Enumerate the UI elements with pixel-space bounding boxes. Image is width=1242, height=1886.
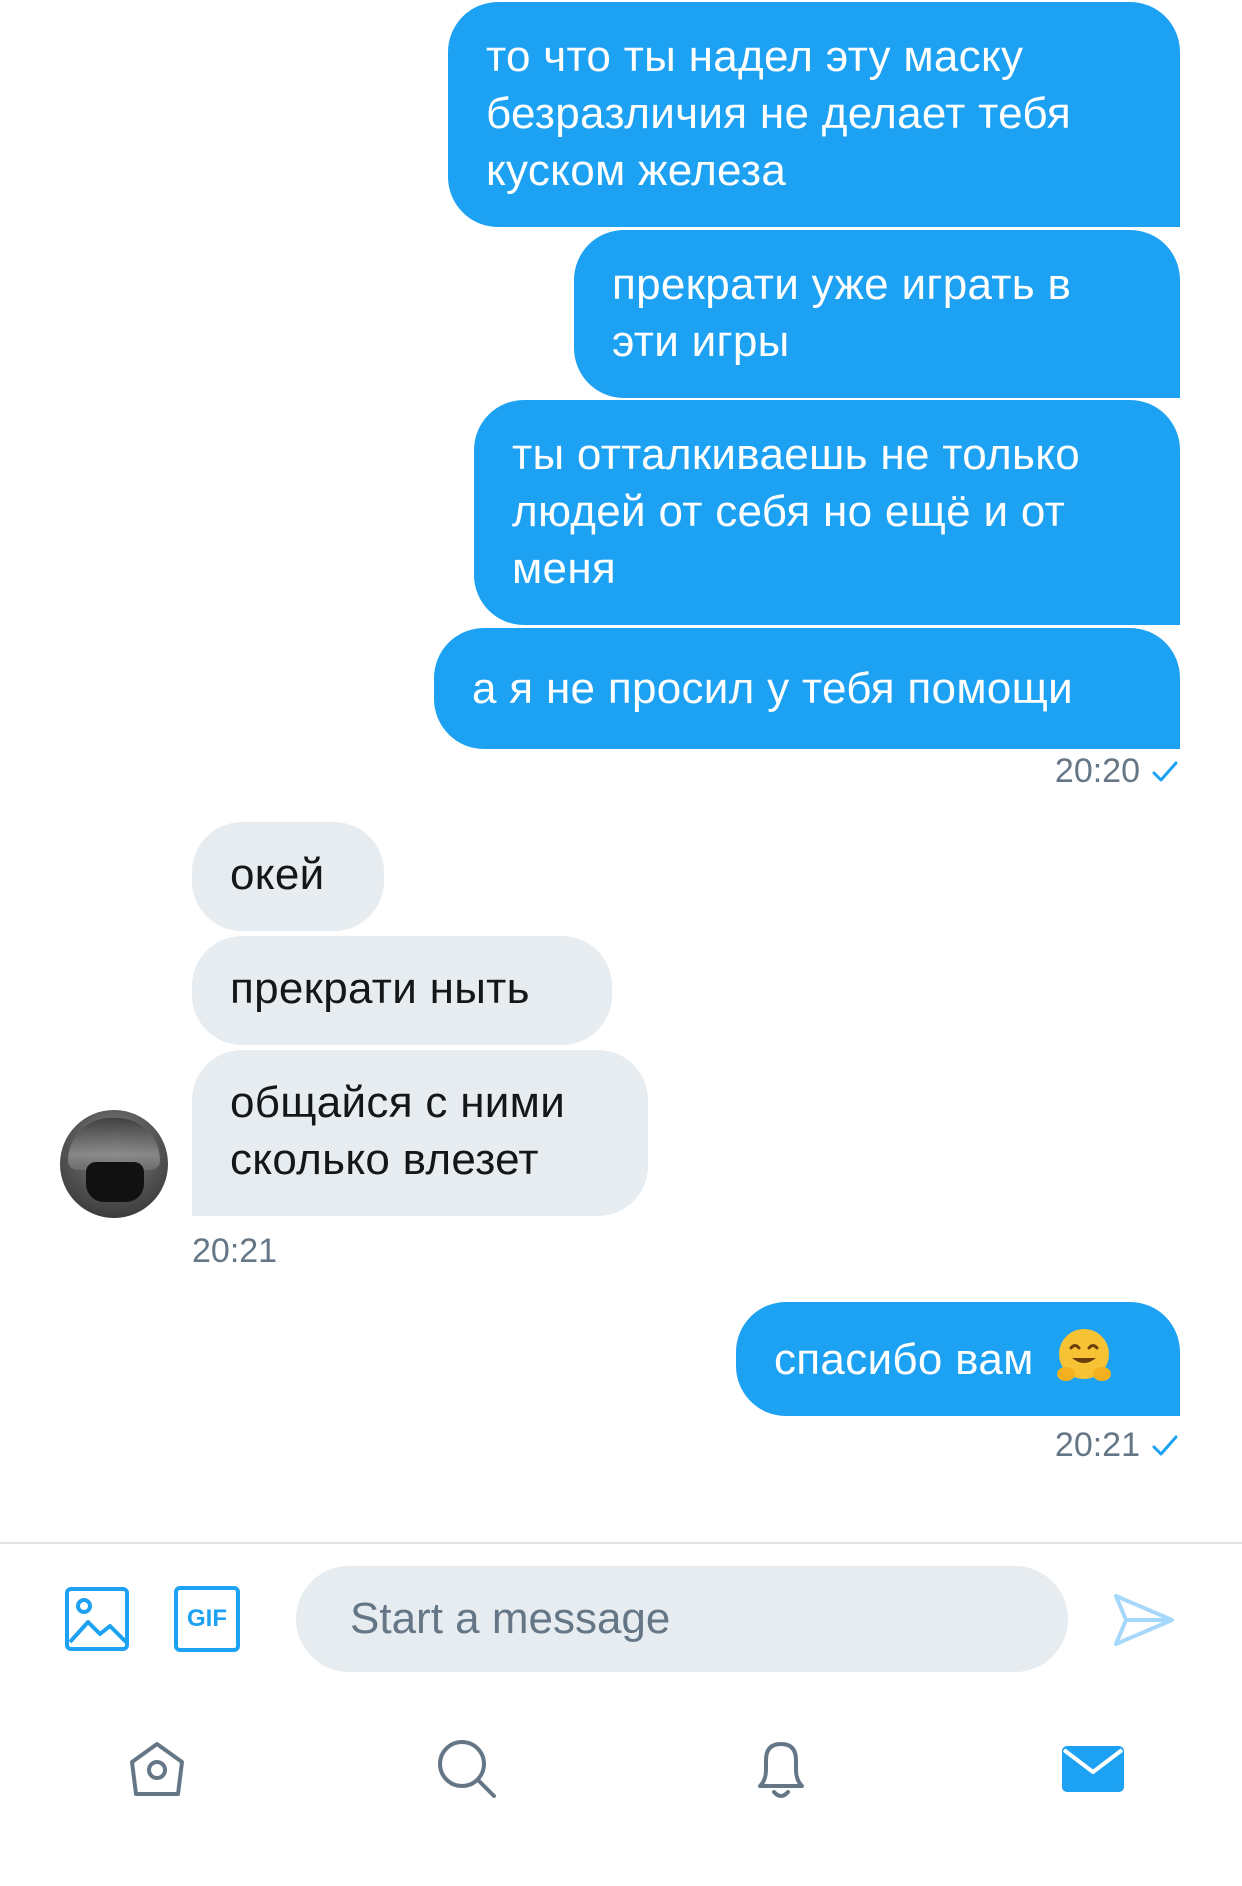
send-icon[interactable]: [1112, 1588, 1176, 1652]
notifications-bell-icon[interactable]: [748, 1736, 814, 1802]
avatar[interactable]: [60, 1110, 168, 1218]
sent-check-icon: [1152, 761, 1178, 781]
outgoing-message[interactable]: спасибо вам: [736, 1302, 1180, 1416]
message-input[interactable]: Start a message: [296, 1566, 1068, 1672]
outgoing-message[interactable]: то что ты надел эту маску безразличия не…: [448, 2, 1180, 227]
sent-check-icon: [1152, 1435, 1178, 1455]
message-timestamp: 20:21: [192, 1232, 277, 1271]
timestamp-text: 20:21: [192, 1232, 278, 1270]
divider: [0, 1542, 1242, 1544]
outgoing-message[interactable]: а я не просил у тебя помощи: [434, 628, 1180, 749]
timestamp-text: 20:21: [1054, 1426, 1140, 1464]
home-icon[interactable]: [124, 1736, 190, 1802]
smiling-face-with-open-hands-icon: [1057, 1329, 1112, 1381]
outgoing-message[interactable]: ты отталкиваешь не только людей от себя …: [474, 400, 1180, 625]
incoming-message[interactable]: окей: [192, 822, 384, 931]
outgoing-message[interactable]: прекрати уже играть в эти игры: [574, 230, 1180, 398]
message-timestamp: 20:20: [1055, 752, 1180, 791]
image-icon[interactable]: [64, 1586, 130, 1652]
incoming-message[interactable]: общайся с ними сколько влезет: [192, 1050, 648, 1216]
message-input-placeholder: Start a message: [350, 1594, 671, 1643]
messages-mail-icon[interactable]: [1060, 1736, 1126, 1802]
search-icon[interactable]: [434, 1736, 500, 1802]
message-text: спасибо вам: [774, 1335, 1034, 1384]
incoming-message[interactable]: прекрати ныть: [192, 936, 612, 1045]
gif-label: GIF: [187, 1605, 227, 1632]
timestamp-text: 20:20: [1054, 752, 1140, 790]
gif-button[interactable]: GIF: [174, 1586, 240, 1652]
message-timestamp: 20:21: [1055, 1426, 1180, 1465]
